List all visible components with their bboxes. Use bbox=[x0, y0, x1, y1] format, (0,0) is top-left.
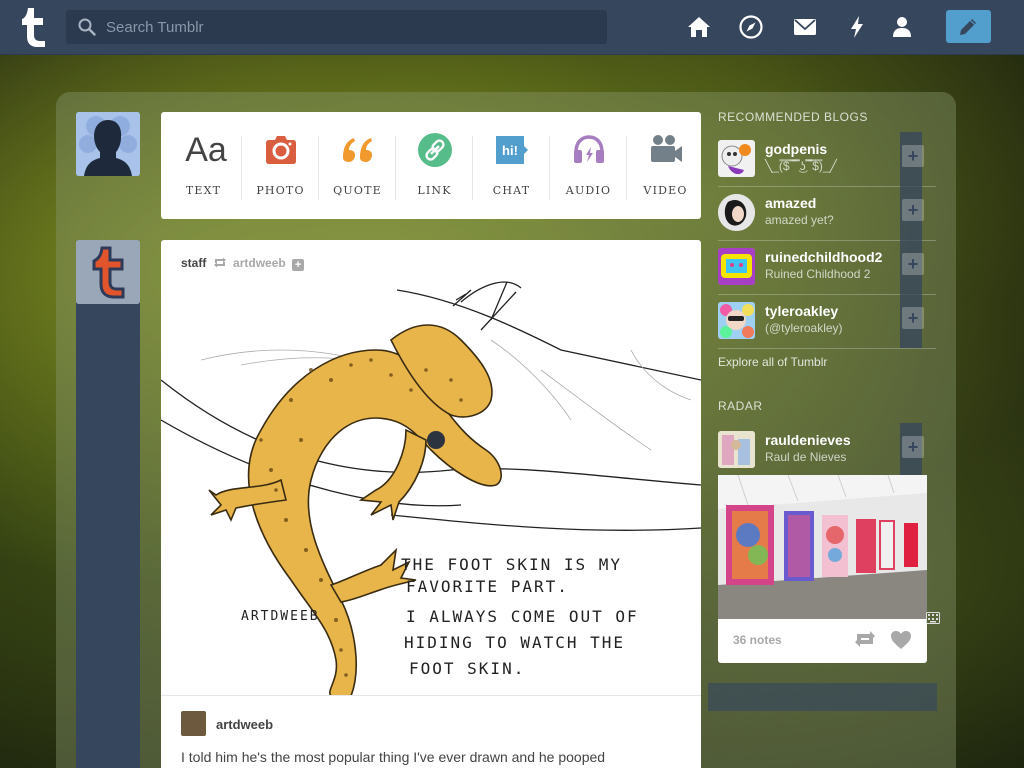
reblogged-from-name[interactable]: artdweeb bbox=[233, 256, 286, 270]
post-type-video[interactable]: VIDEO bbox=[627, 112, 704, 219]
user-silhouette-icon bbox=[76, 112, 140, 176]
home-icon[interactable] bbox=[686, 14, 712, 40]
follow-plus-icon[interactable]: + bbox=[292, 259, 305, 271]
gecko-eye bbox=[427, 431, 445, 449]
photo-icon bbox=[266, 136, 296, 164]
post-type-chat[interactable]: hi! CHAT bbox=[473, 112, 550, 219]
radar-title: RADAR bbox=[718, 399, 763, 413]
post-body-text: I told him he's the most popular thing I… bbox=[181, 749, 606, 765]
recommended-blog-item[interactable]: tyleroakley (@tyleroakley) + bbox=[718, 294, 936, 356]
post-type-audio[interactable]: AUDIO bbox=[550, 112, 627, 219]
divider bbox=[718, 348, 936, 349]
reblog-icon[interactable] bbox=[854, 630, 876, 648]
post-type-label: AUDIO bbox=[565, 184, 612, 197]
blog-name[interactable]: rauldenieves bbox=[765, 432, 851, 448]
like-heart-icon[interactable] bbox=[890, 630, 912, 650]
post-header: staff artdweeb + bbox=[181, 256, 305, 271]
text-icon: Aa bbox=[185, 131, 227, 169]
activity-icon[interactable] bbox=[844, 14, 870, 40]
blog-subtitle: (@tyleroakley) bbox=[765, 321, 843, 335]
follow-plus-button[interactable]: + bbox=[902, 307, 924, 329]
explore-link[interactable]: Explore all of Tumblr bbox=[718, 355, 827, 369]
user-avatar[interactable] bbox=[76, 112, 140, 176]
blog-subtitle: amazed yet? bbox=[765, 213, 834, 227]
follow-plus-button[interactable]: + bbox=[902, 253, 924, 275]
search-icon bbox=[78, 18, 96, 36]
art-caption-line2: FAVORITE PART. bbox=[406, 577, 569, 596]
post-type-quote[interactable]: QUOTE bbox=[319, 112, 396, 219]
radar-post-image[interactable] bbox=[718, 475, 927, 619]
art-caption-line5: FOOT SKIN. bbox=[409, 659, 525, 678]
art-caption-line1: THE FOOT SKIN IS MY bbox=[401, 555, 622, 574]
notes-count[interactable]: 36 notes bbox=[733, 633, 782, 647]
link-icon bbox=[418, 133, 452, 167]
post-card: staff artdweeb + ARTDWEEB THE FOOT SKIN … bbox=[161, 240, 701, 768]
chat-icon: hi! bbox=[496, 136, 528, 164]
blog-name[interactable]: godpenis bbox=[765, 141, 827, 157]
reblog-icon bbox=[213, 257, 226, 268]
blog-subtitle: Raul de Nieves bbox=[765, 450, 847, 464]
post-artwork: ARTDWEEB THE FOOT SKIN IS MY FAVORITE PA… bbox=[161, 281, 701, 696]
post-type-label: LINK bbox=[417, 184, 452, 197]
blog-name[interactable]: ruinedchildhood2 bbox=[765, 249, 882, 265]
art-signature: ARTDWEEB bbox=[241, 609, 320, 624]
quote-icon bbox=[343, 138, 372, 162]
post-type-selector: Aa TEXT PHOTO QUOTE LINK hi! CHAT AUDIO … bbox=[161, 112, 701, 219]
tumblr-t-icon bbox=[76, 240, 140, 304]
radar-post-card[interactable]: 36 notes bbox=[718, 475, 927, 663]
poster-name[interactable]: staff bbox=[181, 256, 206, 270]
tumblr-logo-icon[interactable] bbox=[16, 6, 50, 48]
post-type-link[interactable]: LINK bbox=[396, 112, 473, 219]
blog-avatar[interactable] bbox=[718, 140, 755, 177]
reblogger-avatar-column bbox=[76, 240, 140, 768]
svg-text:hi!: hi! bbox=[502, 143, 518, 158]
post-type-label: TEXT bbox=[185, 184, 222, 197]
compose-button[interactable] bbox=[946, 10, 991, 43]
post-type-label: PHOTO bbox=[256, 184, 305, 197]
follow-plus-button[interactable]: + bbox=[902, 199, 924, 221]
audio-icon bbox=[574, 135, 604, 163]
inbox-icon[interactable] bbox=[792, 14, 818, 40]
author-avatar[interactable] bbox=[181, 711, 206, 736]
blog-avatar[interactable] bbox=[718, 302, 755, 339]
follow-plus-button[interactable]: + bbox=[902, 145, 924, 167]
post-type-photo[interactable]: PHOTO bbox=[242, 112, 319, 219]
blog-avatar[interactable] bbox=[718, 248, 755, 285]
blog-avatar[interactable] bbox=[718, 194, 755, 231]
top-bar: Search Tumblr bbox=[0, 0, 1024, 55]
blog-name[interactable]: amazed bbox=[765, 195, 816, 211]
account-icon[interactable] bbox=[889, 14, 915, 40]
video-icon bbox=[651, 135, 682, 162]
art-caption-line3: I ALWAYS COME OUT OF bbox=[406, 607, 639, 626]
art-caption-line4: HIDING TO WATCH THE bbox=[404, 633, 625, 652]
search-input[interactable]: Search Tumblr bbox=[66, 10, 607, 44]
blog-subtitle: ╲_(̿$̿ ̿ ̿̿ ͜ʖ ̿̿ ̿$̿)_╱ bbox=[765, 159, 837, 173]
keyboard-shortcuts-icon[interactable] bbox=[926, 612, 940, 624]
search-placeholder: Search Tumblr bbox=[106, 19, 204, 36]
blog-name[interactable]: tyleroakley bbox=[765, 303, 838, 319]
sidebar-footer bbox=[708, 683, 937, 711]
recommended-blogs-title: RECOMMENDED BLOGS bbox=[718, 110, 868, 124]
blog-subtitle: Ruined Childhood 2 bbox=[765, 267, 871, 281]
post-type-label: CHAT bbox=[492, 184, 531, 197]
explore-icon[interactable] bbox=[738, 14, 764, 40]
author-name[interactable]: artdweeb bbox=[216, 717, 273, 732]
post-type-label: VIDEO bbox=[643, 184, 688, 197]
staff-avatar[interactable] bbox=[76, 240, 140, 304]
blog-avatar[interactable] bbox=[718, 431, 755, 468]
follow-plus-button[interactable]: + bbox=[902, 436, 924, 458]
post-type-text[interactable]: Aa TEXT bbox=[165, 112, 242, 219]
post-type-label: QUOTE bbox=[333, 184, 382, 197]
pencil-icon bbox=[960, 19, 976, 35]
post-divider bbox=[161, 695, 701, 696]
